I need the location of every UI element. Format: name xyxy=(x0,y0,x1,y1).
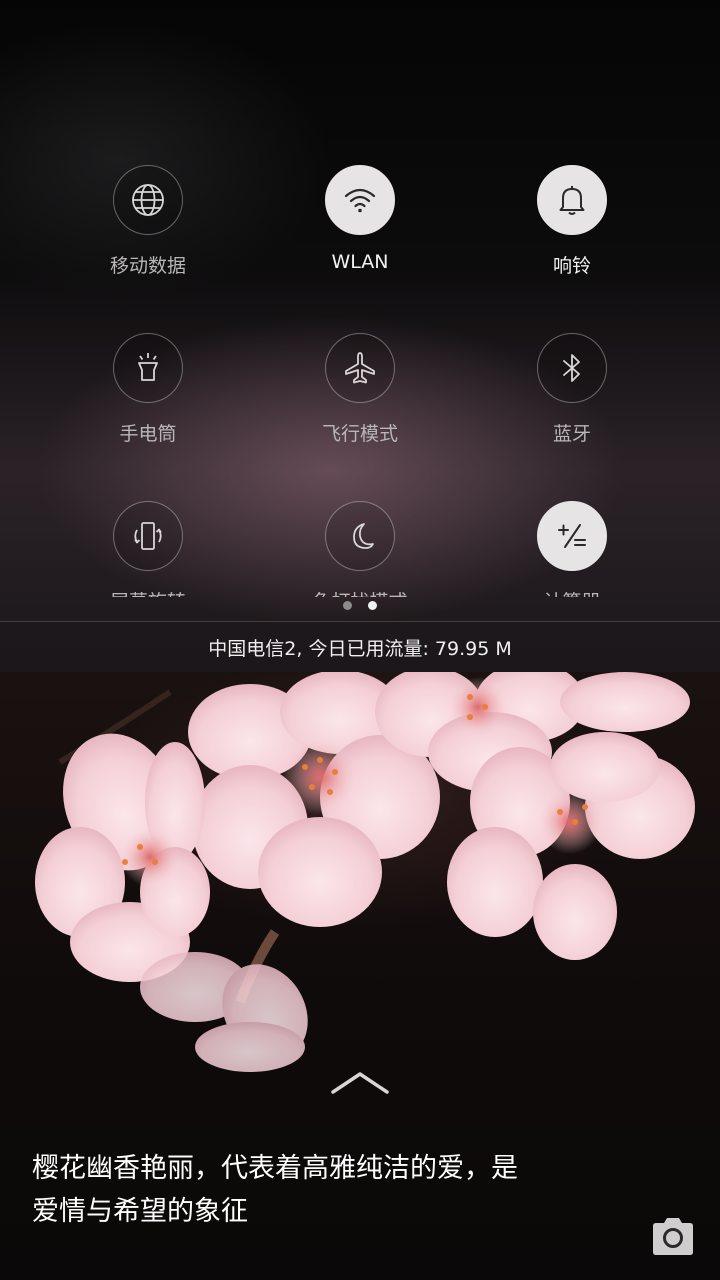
tile-label-mobile-data: 移动数据 xyxy=(109,255,186,277)
tile-wlan[interactable]: WLAN xyxy=(260,165,460,273)
tile-label-airplane: 飞行模式 xyxy=(321,423,398,445)
quick-settings-panel: 移动数据 WLAN 响铃 手电筒 飞行模式 蓝牙 中国电信2, 今日已用流量: … xyxy=(0,0,720,672)
page-dot-1[interactable] xyxy=(343,601,352,610)
tile-calculator[interactable]: 计算器 xyxy=(472,501,672,597)
chevron-up-icon[interactable] xyxy=(330,1068,390,1098)
calculator-icon xyxy=(537,501,607,571)
rotate-icon xyxy=(113,501,183,571)
caption-line-2: 爱情与希望的象征 xyxy=(32,1196,248,1227)
moon-icon xyxy=(325,501,395,571)
bluetooth-icon xyxy=(537,333,607,403)
page-indicator xyxy=(0,601,720,610)
tile-do-not-disturb[interactable]: 免打扰模式 xyxy=(260,501,460,597)
tile-label-flashlight: 手电筒 xyxy=(119,423,177,445)
wallpaper-caption: 樱花幽香艳丽，代表着高雅纯洁的爱，是 爱情与希望的象征 xyxy=(32,1147,592,1233)
tile-auto-rotate[interactable]: 屏幕旋转 xyxy=(48,501,248,597)
tile-label-ring: 响铃 xyxy=(552,255,591,277)
flashlight-icon xyxy=(113,333,183,403)
tile-label-auto-rotate: 屏幕旋转 xyxy=(48,587,248,597)
data-usage-text: 中国电信2, 今日已用流量: 79.95 M xyxy=(0,622,720,672)
tile-label-calculator: 计算器 xyxy=(472,587,672,597)
camera-icon[interactable] xyxy=(650,1215,696,1257)
airplane-icon xyxy=(325,333,395,403)
wifi-icon xyxy=(325,165,395,235)
lockscreen: 移动数据 WLAN 响铃 手电筒 飞行模式 蓝牙 中国电信2, 今日已用流量: … xyxy=(0,0,720,1280)
globe-icon xyxy=(113,165,183,235)
bell-icon xyxy=(537,165,607,235)
tile-label-wlan: WLAN xyxy=(331,251,389,273)
tile-mobile-data[interactable]: 移动数据 xyxy=(48,165,248,278)
tile-label-do-not-disturb: 免打扰模式 xyxy=(260,587,460,597)
tile-bluetooth[interactable]: 蓝牙 xyxy=(472,333,672,446)
caption-line-1: 樱花幽香艳丽，代表着高雅纯洁的爱，是 xyxy=(32,1153,518,1184)
tile-ring[interactable]: 响铃 xyxy=(472,165,672,278)
page-dot-2[interactable] xyxy=(368,601,377,610)
tile-flashlight[interactable]: 手电筒 xyxy=(48,333,248,446)
tile-label-bluetooth: 蓝牙 xyxy=(552,423,591,445)
tile-airplane[interactable]: 飞行模式 xyxy=(260,333,460,446)
